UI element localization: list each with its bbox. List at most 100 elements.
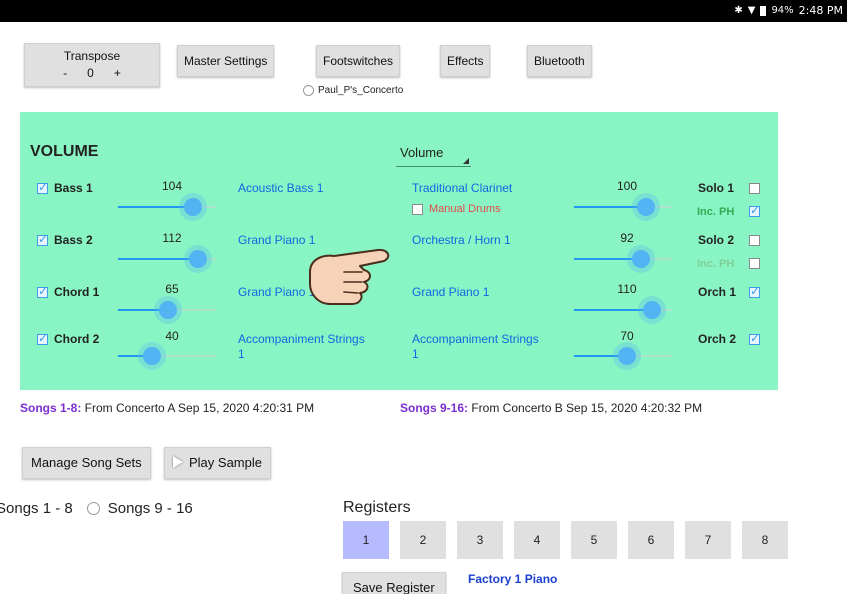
register-5-button[interactable]: 5	[571, 521, 617, 559]
transpose-control[interactable]: Transpose - 0 +	[24, 43, 160, 87]
level-value-2: 110	[617, 282, 637, 296]
level-value: 65	[165, 282, 179, 296]
chord-2-checkbox[interactable]	[37, 331, 48, 345]
clock: 2:48 PM	[798, 4, 843, 17]
level-slider[interactable]	[118, 249, 216, 269]
slider-thumb[interactable]	[189, 250, 207, 268]
track-label: Bass 1	[54, 181, 93, 195]
register-1-button[interactable]: 1	[343, 521, 389, 559]
voice-link[interactable]: Accompaniment Strings 1	[238, 332, 368, 362]
slider-thumb[interactable]	[618, 347, 636, 365]
level-value: 112	[162, 231, 182, 245]
slider-fill	[574, 206, 646, 208]
solo-1-checkbox[interactable]	[749, 183, 760, 194]
save-register-button[interactable]: Save Register	[342, 572, 446, 594]
bluetooth-icon: ✱	[734, 5, 743, 16]
transpose-value: 0	[87, 66, 94, 80]
songs-1-8-info: Songs 1-8: From Concerto A Sep 15, 2020 …	[20, 401, 314, 415]
level-value: 104	[161, 179, 183, 193]
track-label: Bass 2	[54, 233, 93, 247]
level-slider[interactable]	[118, 197, 216, 217]
preset-name: Paul_P's_Concerto	[318, 85, 404, 96]
level-value-2: 100	[616, 179, 638, 193]
volume-dropdown[interactable]: Volume	[396, 143, 471, 167]
voice-link-2[interactable]: Grand Piano 1	[412, 285, 562, 300]
inc-ph-1-checkbox[interactable]	[749, 203, 760, 217]
transpose-minus-button[interactable]: -	[63, 66, 67, 80]
play-sample-button[interactable]: Play Sample	[164, 447, 271, 479]
play-icon	[173, 456, 183, 468]
register-6-button[interactable]: 6	[628, 521, 674, 559]
level-slider-2[interactable]	[574, 197, 672, 217]
level-slider-2[interactable]	[574, 249, 672, 269]
solo-2-label: Solo 2	[698, 233, 735, 247]
inc-ph-2-label: Inc. PH	[697, 258, 735, 270]
battery-percent: 94%	[771, 5, 794, 16]
slider-thumb[interactable]	[159, 301, 177, 319]
voice-link[interactable]: Acoustic Bass 1	[238, 181, 378, 196]
transpose-label: Transpose	[63, 49, 121, 63]
orch-1-checkbox[interactable]	[749, 284, 760, 298]
orch-2-checkbox[interactable]	[749, 331, 760, 345]
radio-icon	[303, 85, 314, 96]
bass-1-checkbox[interactable]	[37, 180, 48, 194]
register-8-button[interactable]: 8	[742, 521, 788, 559]
manual-drums-checkbox[interactable]	[412, 203, 423, 215]
songs-9-16-source: From Concerto B Sep 15, 2020 4:20:32 PM	[468, 401, 703, 415]
master-settings-button[interactable]: Master Settings	[177, 45, 275, 77]
manage-song-sets-button[interactable]: Manage Song Sets	[22, 447, 151, 479]
track-label: Chord 2	[54, 332, 100, 346]
slider-thumb[interactable]	[632, 250, 650, 268]
chord-1-checkbox[interactable]	[37, 284, 48, 298]
register-4-button[interactable]: 4	[514, 521, 560, 559]
songs-1-8-label: Songs 1-8:	[20, 401, 82, 415]
level-slider[interactable]	[118, 346, 216, 366]
play-sample-label: Play Sample	[189, 455, 262, 470]
voice-link-2[interactable]: Traditional Clarinet	[412, 181, 562, 196]
songs-1-8-source: From Concerto A Sep 15, 2020 4:20:31 PM	[81, 401, 315, 415]
level-slider[interactable]	[118, 300, 216, 320]
slider-thumb[interactable]	[643, 301, 661, 319]
songs-9-16-radio[interactable]	[86, 502, 100, 515]
slider-thumb[interactable]	[637, 198, 655, 216]
status-icons: ✱ ▼ 94% 2:48 PM	[734, 4, 843, 17]
register-2-button[interactable]: 2	[400, 521, 446, 559]
slider-thumb[interactable]	[143, 347, 161, 365]
battery-icon	[760, 5, 767, 16]
solo-1-label: Solo 1	[698, 181, 735, 195]
volume-title: VOLUME	[30, 143, 99, 160]
preset-radio[interactable]: Paul_P's_Concerto	[303, 85, 403, 96]
volume-dropdown-value: Volume	[400, 145, 444, 160]
register-7-button[interactable]: 7	[685, 521, 731, 559]
inc-ph-2-checkbox[interactable]	[749, 258, 760, 269]
manual-drums-label: Manual Drums	[429, 203, 501, 215]
level-value-2: 92	[620, 231, 634, 245]
manual-drums-toggle[interactable]: Manual Drums	[412, 203, 501, 215]
voice-link-2[interactable]: Accompaniment Strings 1	[412, 332, 542, 362]
footswitches-button[interactable]: Footswitches	[316, 45, 401, 77]
voice-link-2[interactable]: Orchestra / Horn 1	[412, 233, 562, 248]
register-name: Factory 1 Piano	[468, 572, 558, 586]
songs-1-8-option[interactable]: Songs 1 - 8	[0, 500, 73, 517]
registers-title: Registers	[343, 499, 411, 516]
transpose-plus-button[interactable]: +	[114, 66, 121, 80]
inc-ph-1-label: Inc. PH	[697, 206, 735, 218]
slider-fill	[118, 206, 193, 208]
song-set-selector: Songs 1 - 8 Songs 9 - 16	[0, 500, 193, 517]
level-slider-2[interactable]	[574, 300, 672, 320]
slider-thumb[interactable]	[184, 198, 202, 216]
slider-fill	[118, 258, 198, 260]
solo-2-checkbox[interactable]	[749, 235, 760, 246]
bluetooth-button[interactable]: Bluetooth	[527, 45, 592, 77]
register-3-button[interactable]: 3	[457, 521, 503, 559]
wifi-icon: ▼	[747, 5, 756, 16]
bass-2-checkbox[interactable]	[37, 232, 48, 246]
slider-fill	[574, 309, 652, 311]
songs-9-16-info: Songs 9-16: From Concerto B Sep 15, 2020…	[400, 401, 702, 415]
track-label: Chord 1	[54, 285, 100, 299]
effects-button[interactable]: Effects	[440, 45, 491, 77]
songs-9-16-label: Songs 9-16:	[400, 401, 469, 415]
dropdown-arrow-icon	[463, 158, 469, 164]
level-slider-2[interactable]	[574, 346, 672, 366]
songs-9-16-option[interactable]: Songs 9 - 16	[108, 500, 193, 517]
